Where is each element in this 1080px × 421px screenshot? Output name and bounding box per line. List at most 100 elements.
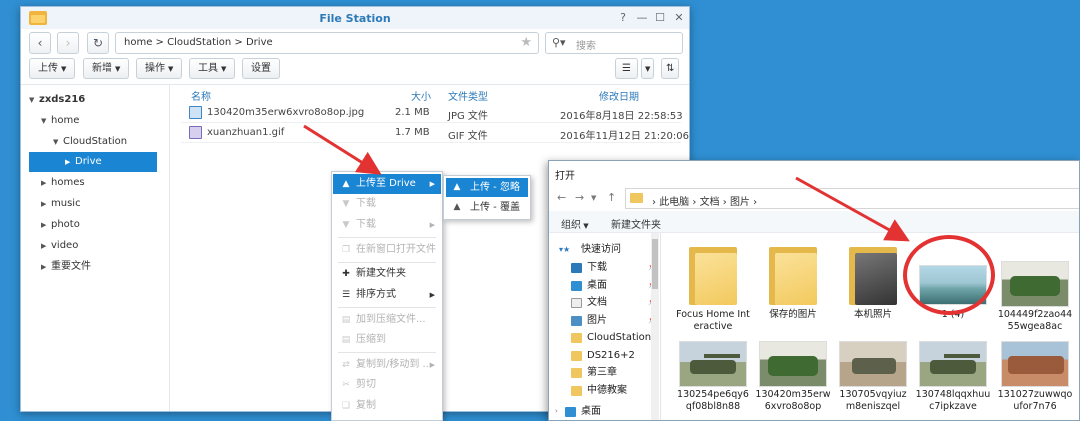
collapsed-arrow-icon[interactable]: ▶ xyxy=(41,173,51,193)
menu-item-cut[interactable]: ✂ 剪切 xyxy=(333,375,441,395)
nav-cloudstation[interactable]: CloudStation xyxy=(549,329,659,346)
view-options-button[interactable]: ▼ xyxy=(641,58,655,79)
create-button[interactable]: 新增 ▼ xyxy=(83,58,130,79)
menu-item-compress-to[interactable]: ▤ 压缩到 xyxy=(333,330,441,350)
column-type[interactable]: 文件类型 xyxy=(448,88,488,103)
document-icon xyxy=(571,298,582,308)
search-icon[interactable]: ⚲▾ xyxy=(552,36,566,49)
table-row[interactable]: 130420m35erw6xvro8o8op.jpg 2.1 MB JPG 文件… xyxy=(181,103,683,123)
file-item-folder[interactable]: Focus Home Interactive xyxy=(675,241,751,337)
menu-item-copy[interactable]: ❏ 复制 xyxy=(333,396,441,416)
menu-item-upload-to[interactable]: ▲ 上传至 Drive ▶ xyxy=(333,174,441,194)
tree-node-video[interactable]: ▶ video xyxy=(21,236,169,256)
file-item-image[interactable]: 130748lqqxhuuc7ipkzave xyxy=(915,337,991,420)
tree-node-drive[interactable]: ▶ Drive xyxy=(29,152,157,172)
expanded-arrow-icon[interactable]: ▼ xyxy=(53,132,63,152)
menu-item-copy-move[interactable]: ⇄ 复制到/移动到 ... ▶ xyxy=(333,355,441,375)
collapsed-arrow-icon[interactable]: ▶ xyxy=(41,194,51,214)
menu-item-open-new-window[interactable]: ❐ 在新窗口打开文件 xyxy=(333,240,441,260)
maximize-icon[interactable]: ☐ xyxy=(652,10,668,26)
expand-arrow-icon[interactable]: › xyxy=(555,403,558,420)
file-item-image[interactable]: 130705vqyiuzm8eniszqel xyxy=(835,337,911,420)
file-item-image[interactable]: 130254pe6qy6qf08bl8n88 xyxy=(675,337,751,420)
refresh-button[interactable]: ↻ xyxy=(87,32,109,54)
table-row[interactable]: xuanzhuan1.gif 1.7 MB GIF 文件 2016年11月12日… xyxy=(181,123,689,143)
menu-item-sort[interactable]: ☰ 排序方式 ▶ xyxy=(333,285,441,305)
file-item-image[interactable]: 130420m35erw6xvro8o8op xyxy=(755,337,831,420)
tree-node-important[interactable]: ▶ 重要文件 xyxy=(21,257,169,277)
back-arrow-icon[interactable]: ← xyxy=(557,191,566,204)
path-bar[interactable]: home > CloudStation > Drive ★ xyxy=(115,32,539,54)
forward-arrow-icon[interactable]: → xyxy=(575,191,584,204)
chevron-left-icon: ‹ xyxy=(37,36,43,50)
tree-node-homes[interactable]: ▶ homes xyxy=(21,173,169,193)
dialog-address-bar[interactable]: › 此电脑 › 文档 › 图片 › xyxy=(625,188,1079,209)
recent-dropdown-icon[interactable]: ▼ xyxy=(591,194,596,202)
minimize-icon[interactable]: — xyxy=(634,10,650,26)
file-item-image[interactable]: 104449f2zao4455wgea8ac xyxy=(997,241,1073,337)
sort-button[interactable]: ⇅ xyxy=(661,58,680,79)
organize-button[interactable]: 组织 ▼ xyxy=(561,216,589,231)
menu-item-new-folder[interactable]: ✚ 新建文件夹 xyxy=(333,264,441,284)
upload-button[interactable]: 上传 ▼ xyxy=(29,58,76,79)
menu-item-add-archive[interactable]: ▤ 加到压缩文件... xyxy=(333,310,441,330)
help-icon[interactable]: ? xyxy=(615,10,631,26)
menu-item-upload-skip[interactable]: ▲ 上传 - 忽略 xyxy=(446,178,528,197)
column-name[interactable]: 名称 xyxy=(191,88,211,103)
tree-node-home[interactable]: ▼ home xyxy=(21,111,169,131)
expanded-arrow-icon[interactable]: ▼ xyxy=(29,90,39,110)
column-modified[interactable]: 修改日期 xyxy=(599,88,639,103)
breadcrumb-pictures[interactable]: 图片 xyxy=(730,197,750,208)
submenu-arrow-icon: ▶ xyxy=(429,221,435,229)
menu-item-upload-overwrite[interactable]: ▲ 上传 - 覆盖 xyxy=(446,198,528,217)
tools-button[interactable]: 工具 ▼ xyxy=(189,58,236,79)
nav-quick-access[interactable]: ▾★ 快速访问 xyxy=(549,241,659,258)
nav-pane-scrollbar[interactable] xyxy=(651,233,659,420)
forward-button[interactable]: › xyxy=(57,32,79,54)
view-list-button[interactable]: ☰ xyxy=(615,58,638,79)
nav-downloads[interactable]: 下载📌 xyxy=(549,259,659,276)
nav-chapter3[interactable]: 第三章 xyxy=(549,364,659,381)
nav-ds216[interactable]: DS216+2 xyxy=(549,347,659,364)
nav-zdjc[interactable]: 中德教案 xyxy=(549,382,659,399)
collapsed-arrow-icon[interactable]: ▶ xyxy=(41,257,51,277)
breadcrumb-drive[interactable]: Drive xyxy=(246,37,273,48)
file-item-image[interactable]: 131027zuwwqoufor7n76 xyxy=(997,337,1073,420)
breadcrumb-pc[interactable]: 此电脑 xyxy=(659,197,689,208)
desktop-icon xyxy=(565,407,576,417)
tree-node-music[interactable]: ▶ music xyxy=(21,194,169,214)
search-input[interactable]: 搜索 xyxy=(576,37,596,52)
back-button[interactable]: ‹ xyxy=(29,32,51,54)
collapsed-arrow-icon[interactable]: ▶ xyxy=(41,236,51,256)
tree-node-photo[interactable]: ▶ photo xyxy=(21,215,169,235)
file-item-folder[interactable]: 本机照片 xyxy=(835,241,911,337)
pane-divider[interactable] xyxy=(169,85,170,411)
breadcrumb-home[interactable]: home xyxy=(124,37,152,48)
breadcrumb-cloudstation[interactable]: CloudStation xyxy=(167,37,231,48)
breadcrumb-documents[interactable]: 文档 xyxy=(700,197,720,208)
chevron-right-icon: › xyxy=(65,36,71,50)
tree-node-zxds216[interactable]: ▼ zxds216 xyxy=(21,90,169,110)
new-folder-button[interactable]: 新建文件夹 xyxy=(611,216,661,231)
tree-node-cloudstation[interactable]: ▼ CloudStation xyxy=(21,132,169,152)
up-arrow-icon[interactable]: ↑ xyxy=(607,191,616,204)
column-size[interactable]: 大小 xyxy=(411,88,431,103)
nav-desktop[interactable]: 桌面📌 xyxy=(549,277,659,294)
nav-desktop-root[interactable]: › 桌面 xyxy=(549,403,659,420)
collapsed-arrow-icon[interactable]: ▶ xyxy=(65,152,75,172)
menu-item-download-to[interactable]: ▼ 下载 ▶ xyxy=(333,215,441,235)
expanded-arrow-icon[interactable]: ▼ xyxy=(41,111,51,131)
favorite-star-icon[interactable]: ★ xyxy=(520,35,532,50)
menu-item-download[interactable]: ▼ 下载 xyxy=(333,194,441,214)
nav-label: 文档 xyxy=(587,297,607,308)
close-icon[interactable]: ✕ xyxy=(671,10,687,26)
settings-button[interactable]: 设置 xyxy=(242,58,280,79)
collapsed-arrow-icon[interactable]: ▶ xyxy=(41,215,51,235)
dialog-title: 打开 xyxy=(555,171,575,182)
search-box[interactable]: ⚲▾ 搜索 xyxy=(545,32,683,54)
nav-documents[interactable]: 文档📌 xyxy=(549,294,659,311)
file-item-folder[interactable]: 保存的图片 xyxy=(755,241,831,337)
nav-pictures[interactable]: 图片📌 xyxy=(549,312,659,329)
folder-icon xyxy=(571,386,582,396)
action-button[interactable]: 操作 ▼ xyxy=(136,58,183,79)
